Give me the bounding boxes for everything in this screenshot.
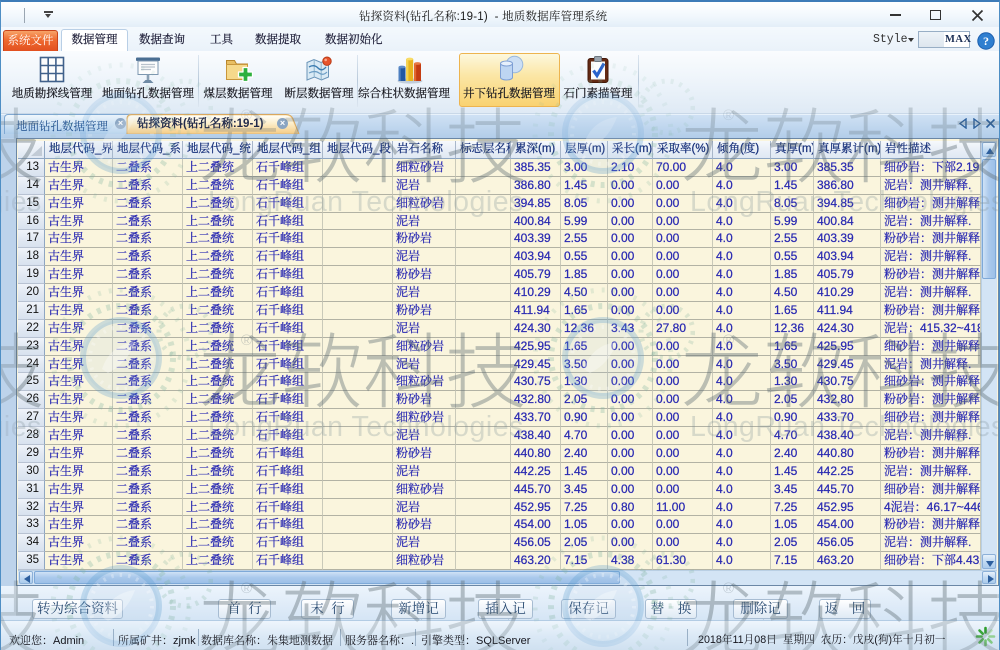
svg-text:?: ? [983, 34, 989, 48]
